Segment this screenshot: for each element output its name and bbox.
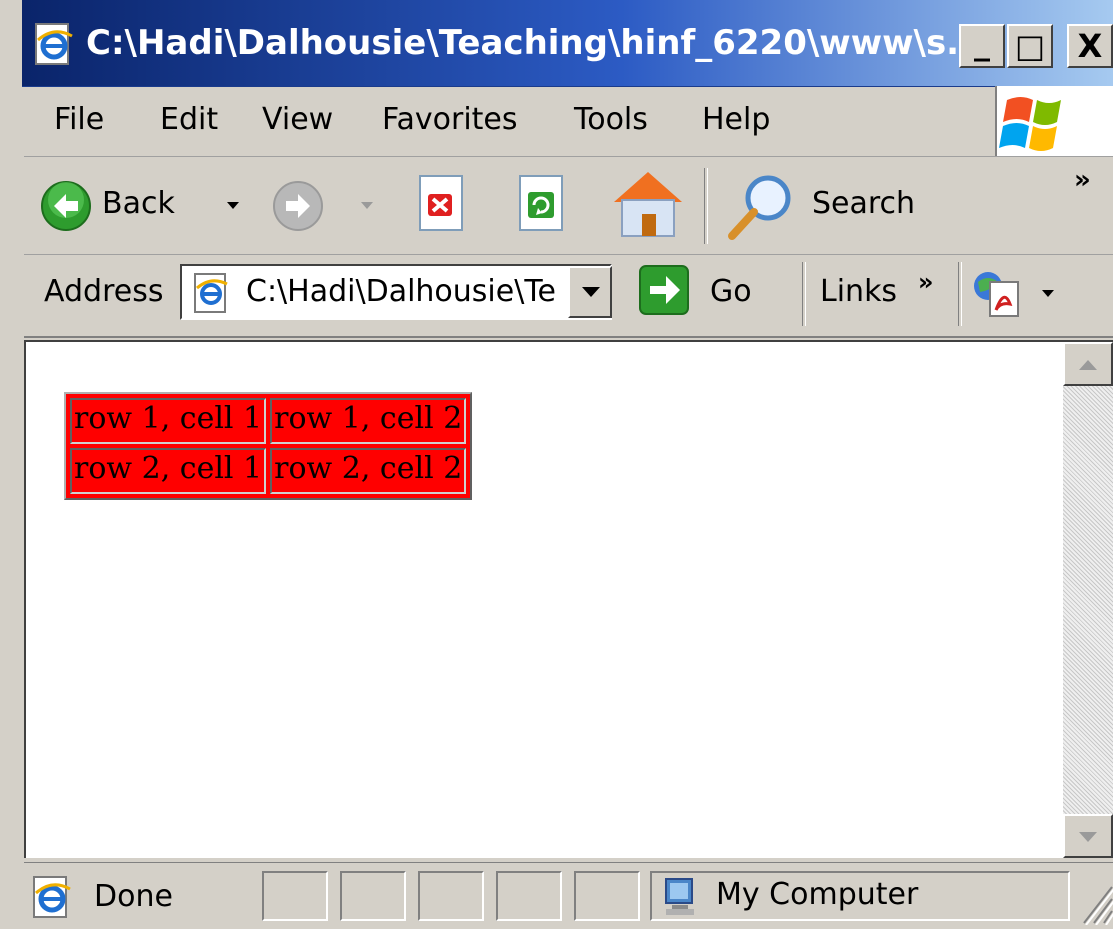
go-arrow-icon[interactable]: [638, 264, 690, 316]
address-separator: [802, 262, 806, 326]
table-cell: row 1, cell 2: [270, 398, 467, 444]
table-cell: row 2, cell 1: [70, 448, 267, 494]
ie-status-icon: [33, 876, 71, 918]
status-panel: [262, 871, 328, 921]
status-panel: [496, 871, 562, 921]
pdf-dropdown-icon[interactable]: [1040, 288, 1056, 300]
menu-bar: File Edit View Favorites Tools Help: [24, 86, 1113, 157]
chevron-down-icon: [582, 287, 600, 297]
menu-favorites[interactable]: Favorites: [382, 102, 518, 138]
address-input[interactable]: C:\Hadi\Dalhousie\Te: [180, 264, 612, 320]
page-content: row 1, cell 1 row 1, cell 2 row 2, cell …: [24, 340, 1113, 858]
search-label: Search: [812, 186, 916, 221]
address-label: Address: [44, 274, 164, 309]
back-arrow-icon: [41, 181, 91, 231]
browser-window: C:\Hadi\Dalhousie\Teaching\hinf_6220\www…: [0, 0, 1113, 929]
table-row: row 2, cell 1 row 2, cell 2: [70, 448, 467, 494]
menu-view[interactable]: View: [262, 102, 333, 138]
windows-flag-icon: [999, 97, 1061, 151]
search-button[interactable]: Search: [722, 170, 932, 242]
close-icon: X: [1077, 27, 1103, 65]
home-icon[interactable]: [608, 166, 688, 242]
scroll-up-button[interactable]: [1063, 342, 1113, 386]
my-computer-icon: [665, 878, 694, 915]
links-separator: [958, 262, 962, 326]
standard-toolbar: Back Search »: [24, 158, 1113, 255]
menu-file[interactable]: File: [54, 102, 104, 138]
demo-table: row 1, cell 1 row 1, cell 2 row 2, cell …: [64, 392, 473, 500]
address-bar: Address C:\Hadi\Dalhousie\Te Go Links »: [24, 256, 1113, 338]
forward-arrow-icon: [273, 181, 323, 231]
menu-edit[interactable]: Edit: [160, 102, 218, 138]
resize-grip-icon[interactable]: [1078, 881, 1113, 925]
maximize-icon: □: [1014, 27, 1046, 65]
windows-logo: [995, 86, 1113, 156]
toolbar-chevron[interactable]: »: [1074, 162, 1091, 198]
arrow-down-icon: [1079, 832, 1097, 842]
forward-dropdown-icon: [361, 202, 373, 209]
vertical-scrollbar[interactable]: [1063, 342, 1113, 858]
maximize-button[interactable]: □: [1007, 24, 1053, 68]
status-panel: [574, 871, 640, 921]
status-panel: [340, 871, 406, 921]
title-bar[interactable]: C:\Hadi\Dalhousie\Teaching\hinf_6220\www…: [22, 0, 1113, 87]
minimize-icon: _: [974, 24, 990, 62]
forward-button[interactable]: [268, 176, 388, 236]
zone-label: My Computer: [716, 877, 919, 912]
back-button[interactable]: Back: [36, 176, 256, 236]
pdf-convert-icon[interactable]: [970, 268, 1026, 320]
links-chevron[interactable]: »: [918, 264, 934, 300]
stop-icon[interactable]: [416, 174, 468, 234]
minimize-button[interactable]: _: [959, 24, 1005, 68]
close-button[interactable]: X: [1067, 24, 1113, 68]
back-dropdown-icon: [227, 202, 239, 209]
links-button[interactable]: Links: [820, 274, 897, 310]
search-icon: [728, 175, 791, 240]
address-value: C:\Hadi\Dalhousie\Te: [246, 274, 557, 309]
menu-tools[interactable]: Tools: [574, 102, 648, 138]
menu-help[interactable]: Help: [702, 102, 770, 138]
table-cell: row 1, cell 1: [70, 398, 267, 444]
arrow-up-icon: [1079, 360, 1097, 370]
scroll-down-button[interactable]: [1063, 814, 1113, 858]
toolbar-separator: [704, 168, 708, 244]
address-dropdown-button[interactable]: [568, 266, 612, 318]
status-bar: Done My Computer: [24, 862, 1113, 929]
go-button[interactable]: Go: [710, 274, 752, 310]
window-title: C:\Hadi\Dalhousie\Teaching\hinf_6220\www…: [86, 23, 985, 63]
table-cell: row 2, cell 2: [270, 448, 467, 494]
refresh-icon[interactable]: [516, 174, 568, 234]
back-label: Back: [102, 186, 175, 221]
page-icon: [194, 273, 228, 313]
status-panel: [418, 871, 484, 921]
status-zone-panel: My Computer: [650, 871, 1070, 921]
status-text: Done: [94, 879, 173, 914]
ie-page-icon: [35, 23, 73, 65]
table-row: row 1, cell 1 row 1, cell 2: [70, 398, 467, 444]
